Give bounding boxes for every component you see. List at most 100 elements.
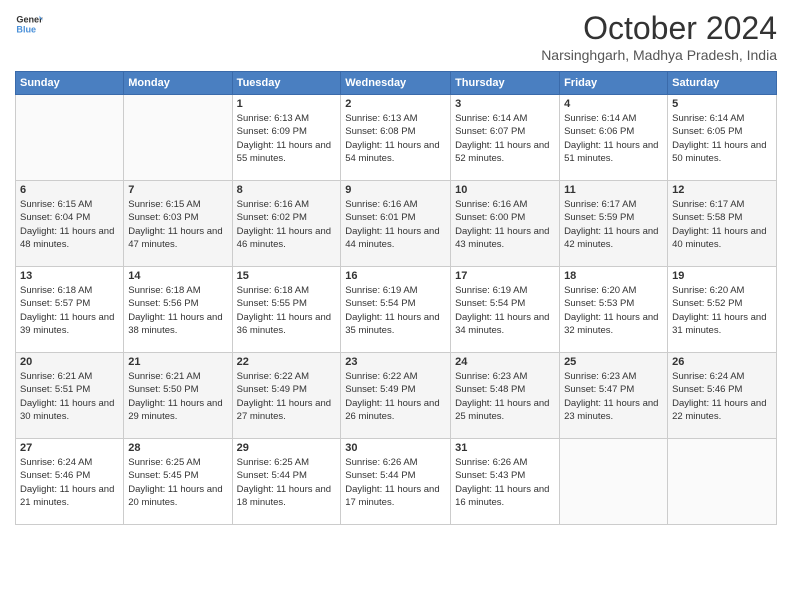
calendar-day-cell xyxy=(560,439,668,525)
day-number: 12 xyxy=(672,184,772,196)
day-info: Sunrise: 6:16 AMSunset: 6:01 PMDaylight:… xyxy=(345,198,446,251)
day-number: 3 xyxy=(455,98,555,110)
day-info: Sunrise: 6:20 AMSunset: 5:53 PMDaylight:… xyxy=(564,284,663,337)
day-info: Sunrise: 6:14 AMSunset: 6:05 PMDaylight:… xyxy=(672,112,772,165)
day-info: Sunrise: 6:22 AMSunset: 5:49 PMDaylight:… xyxy=(345,370,446,423)
day-info: Sunrise: 6:24 AMSunset: 5:46 PMDaylight:… xyxy=(672,370,772,423)
day-number: 2 xyxy=(345,98,446,110)
location-subtitle: Narsinghgarh, Madhya Pradesh, India xyxy=(541,47,777,63)
day-info: Sunrise: 6:19 AMSunset: 5:54 PMDaylight:… xyxy=(345,284,446,337)
day-number: 19 xyxy=(672,270,772,282)
day-number: 10 xyxy=(455,184,555,196)
day-number: 31 xyxy=(455,442,555,454)
day-info: Sunrise: 6:26 AMSunset: 5:44 PMDaylight:… xyxy=(345,456,446,509)
day-info: Sunrise: 6:17 AMSunset: 5:58 PMDaylight:… xyxy=(672,198,772,251)
calendar-week-row: 20 Sunrise: 6:21 AMSunset: 5:51 PMDayligh… xyxy=(16,353,777,439)
weekday-header-cell: Tuesday xyxy=(232,72,341,95)
calendar-week-row: 27 Sunrise: 6:24 AMSunset: 5:46 PMDayligh… xyxy=(16,439,777,525)
day-number: 7 xyxy=(128,184,227,196)
day-number: 14 xyxy=(128,270,227,282)
svg-text:General: General xyxy=(16,15,43,25)
day-number: 27 xyxy=(20,442,119,454)
calendar-day-cell: 22 Sunrise: 6:22 AMSunset: 5:49 PMDayligh… xyxy=(232,353,341,439)
day-number: 8 xyxy=(237,184,337,196)
day-number: 16 xyxy=(345,270,446,282)
weekday-header-cell: Wednesday xyxy=(341,72,451,95)
title-block: October 2024 Narsinghgarh, Madhya Prades… xyxy=(541,10,777,63)
calendar-day-cell: 3 Sunrise: 6:14 AMSunset: 6:07 PMDaylight… xyxy=(451,95,560,181)
header: General Blue October 2024 Narsinghgarh, … xyxy=(15,10,777,63)
calendar-day-cell xyxy=(668,439,777,525)
day-number: 30 xyxy=(345,442,446,454)
day-number: 21 xyxy=(128,356,227,368)
calendar-day-cell xyxy=(124,95,232,181)
calendar-day-cell: 2 Sunrise: 6:13 AMSunset: 6:08 PMDaylight… xyxy=(341,95,451,181)
day-info: Sunrise: 6:21 AMSunset: 5:51 PMDaylight:… xyxy=(20,370,119,423)
day-info: Sunrise: 6:24 AMSunset: 5:46 PMDaylight:… xyxy=(20,456,119,509)
day-info: Sunrise: 6:26 AMSunset: 5:43 PMDaylight:… xyxy=(455,456,555,509)
day-info: Sunrise: 6:25 AMSunset: 5:45 PMDaylight:… xyxy=(128,456,227,509)
day-number: 28 xyxy=(128,442,227,454)
calendar-week-row: 13Sunrise: 6:18 AMSunset: 5:57 PMDayligh… xyxy=(16,267,777,353)
day-info: Sunrise: 6:22 AMSunset: 5:49 PMDaylight:… xyxy=(237,370,337,423)
calendar-day-cell: 23 Sunrise: 6:22 AMSunset: 5:49 PMDayligh… xyxy=(341,353,451,439)
day-info: Sunrise: 6:16 AMSunset: 6:00 PMDaylight:… xyxy=(455,198,555,251)
day-number: 11 xyxy=(564,184,663,196)
calendar-day-cell: 13Sunrise: 6:18 AMSunset: 5:57 PMDayligh… xyxy=(16,267,124,353)
weekday-header-cell: Monday xyxy=(124,72,232,95)
calendar-day-cell: 24 Sunrise: 6:23 AMSunset: 5:48 PMDayligh… xyxy=(451,353,560,439)
weekday-header-cell: Sunday xyxy=(16,72,124,95)
calendar-day-cell: 9 Sunrise: 6:16 AMSunset: 6:01 PMDaylight… xyxy=(341,181,451,267)
month-title: October 2024 xyxy=(541,10,777,47)
weekday-header-cell: Friday xyxy=(560,72,668,95)
calendar-day-cell xyxy=(16,95,124,181)
calendar-day-cell: 25Sunrise: 6:23 AMSunset: 5:47 PMDayligh… xyxy=(560,353,668,439)
day-number: 17 xyxy=(455,270,555,282)
calendar-week-row: 1 Sunrise: 6:13 AMSunset: 6:09 PMDaylight… xyxy=(16,95,777,181)
calendar-day-cell: 4 Sunrise: 6:14 AMSunset: 6:06 PMDaylight… xyxy=(560,95,668,181)
day-number: 23 xyxy=(345,356,446,368)
day-number: 1 xyxy=(237,98,337,110)
day-number: 20 xyxy=(20,356,119,368)
day-number: 22 xyxy=(237,356,337,368)
day-info: Sunrise: 6:25 AMSunset: 5:44 PMDaylight:… xyxy=(237,456,337,509)
calendar-day-cell: 26Sunrise: 6:24 AMSunset: 5:46 PMDayligh… xyxy=(668,353,777,439)
svg-text:Blue: Blue xyxy=(16,24,36,34)
calendar-day-cell: 20 Sunrise: 6:21 AMSunset: 5:51 PMDayligh… xyxy=(16,353,124,439)
day-info: Sunrise: 6:18 AMSunset: 5:56 PMDaylight:… xyxy=(128,284,227,337)
day-number: 6 xyxy=(20,184,119,196)
day-number: 15 xyxy=(237,270,337,282)
calendar-day-cell: 27 Sunrise: 6:24 AMSunset: 5:46 PMDayligh… xyxy=(16,439,124,525)
page-container: General Blue October 2024 Narsinghgarh, … xyxy=(0,0,792,612)
weekday-header-cell: Thursday xyxy=(451,72,560,95)
calendar-week-row: 6 Sunrise: 6:15 AMSunset: 6:04 PMDaylight… xyxy=(16,181,777,267)
calendar-day-cell: 11 Sunrise: 6:17 AMSunset: 5:59 PMDayligh… xyxy=(560,181,668,267)
day-info: Sunrise: 6:13 AMSunset: 6:08 PMDaylight:… xyxy=(345,112,446,165)
calendar-header-row: SundayMondayTuesdayWednesdayThursdayFrid… xyxy=(16,72,777,95)
calendar-day-cell: 14 Sunrise: 6:18 AMSunset: 5:56 PMDayligh… xyxy=(124,267,232,353)
day-number: 9 xyxy=(345,184,446,196)
day-info: Sunrise: 6:16 AMSunset: 6:02 PMDaylight:… xyxy=(237,198,337,251)
day-info: Sunrise: 6:18 AMSunset: 5:55 PMDaylight:… xyxy=(237,284,337,337)
calendar-day-cell: 28 Sunrise: 6:25 AMSunset: 5:45 PMDayligh… xyxy=(124,439,232,525)
day-number: 18 xyxy=(564,270,663,282)
day-number: 5 xyxy=(672,98,772,110)
calendar-day-cell: 29Sunrise: 6:25 AMSunset: 5:44 PMDayligh… xyxy=(232,439,341,525)
weekday-header-cell: Saturday xyxy=(668,72,777,95)
day-info: Sunrise: 6:13 AMSunset: 6:09 PMDaylight:… xyxy=(237,112,337,165)
calendar-day-cell: 31 Sunrise: 6:26 AMSunset: 5:43 PMDayligh… xyxy=(451,439,560,525)
calendar-day-cell: 30 Sunrise: 6:26 AMSunset: 5:44 PMDayligh… xyxy=(341,439,451,525)
calendar-day-cell: 12 Sunrise: 6:17 AMSunset: 5:58 PMDayligh… xyxy=(668,181,777,267)
day-number: 4 xyxy=(564,98,663,110)
day-number: 24 xyxy=(455,356,555,368)
day-info: Sunrise: 6:15 AMSunset: 6:04 PMDaylight:… xyxy=(20,198,119,251)
calendar-day-cell: 7Sunrise: 6:15 AMSunset: 6:03 PMDaylight… xyxy=(124,181,232,267)
day-info: Sunrise: 6:23 AMSunset: 5:48 PMDaylight:… xyxy=(455,370,555,423)
day-info: Sunrise: 6:14 AMSunset: 6:06 PMDaylight:… xyxy=(564,112,663,165)
day-info: Sunrise: 6:17 AMSunset: 5:59 PMDaylight:… xyxy=(564,198,663,251)
calendar-day-cell: 15 Sunrise: 6:18 AMSunset: 5:55 PMDayligh… xyxy=(232,267,341,353)
day-info: Sunrise: 6:14 AMSunset: 6:07 PMDaylight:… xyxy=(455,112,555,165)
calendar-day-cell: 17Sunrise: 6:19 AMSunset: 5:54 PMDayligh… xyxy=(451,267,560,353)
calendar-day-cell: 1 Sunrise: 6:13 AMSunset: 6:09 PMDaylight… xyxy=(232,95,341,181)
day-number: 25 xyxy=(564,356,663,368)
